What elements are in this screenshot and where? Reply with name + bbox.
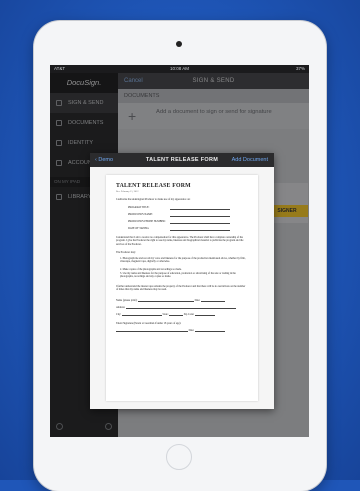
field-producer-phone: PRODUCER'S PHONE NUMBER: [128,220,229,224]
list-item: 2. Make copies of the photographs and re… [120,268,182,271]
address-line: Address: [116,306,248,310]
intro-text: I authorize the undersigned Producer to … [116,198,191,201]
modal-toolbar: ‹ Demo TALENT RELEASE FORM Add Document [90,153,274,167]
battery-label: 37% [295,66,305,71]
city-line: City: State: Zip Code: [116,313,248,317]
date2-label: Date: [188,329,195,332]
date-label: Date: [194,299,201,302]
document-page: TALENT RELEASE FORM Rev. February 15, 20… [106,175,258,401]
field-date-of-taping: DATE OF TAPING: [128,227,232,231]
address-label: Address: [116,306,126,309]
paragraph-master-tape: I further understand the master tape rem… [116,285,246,292]
field-producer-name: PRODUCER'S NAME: [128,213,230,217]
clock-label: 10:08 AM [169,66,189,71]
home-button[interactable] [166,444,192,470]
list-item: 3. Use my name and likeness for the purp… [120,272,236,279]
city-label: City: [116,313,122,316]
field-program-title: PROGRAM TITLE: [128,206,232,210]
ipad-device: AT&T 10:08 AM 37% DocuSign. SIGN & SEND … [34,21,326,491]
zip-label: Zip Code: [183,313,195,316]
paragraph-producer-may: The Producer may: [116,251,136,254]
state-label: State: [162,313,169,316]
add-document-button[interactable]: Add Document [232,153,268,167]
signature-line: Date: [116,329,248,333]
document-title: TALENT RELEASE FORM [116,183,191,189]
paragraph-compensation: I understand that I am to receive no com… [116,236,244,246]
document-preview-modal: ‹ Demo TALENT RELEASE FORM Add Document … [90,153,274,409]
list-item: 1. Photograph me and record my voice and… [120,257,246,264]
document-date: Rev. February 15, 2012 [116,190,139,193]
camera-icon [176,41,182,47]
name-line: Name (please print): Date: [116,299,248,303]
status-bar: AT&T 10:08 AM 37% [50,65,309,73]
app-screen: AT&T 10:08 AM 37% DocuSign. SIGN & SEND … [50,65,309,437]
signature-label: Talent Signature (Parent or Guardian if … [116,322,182,325]
name-label: Name (please print): [116,299,138,302]
